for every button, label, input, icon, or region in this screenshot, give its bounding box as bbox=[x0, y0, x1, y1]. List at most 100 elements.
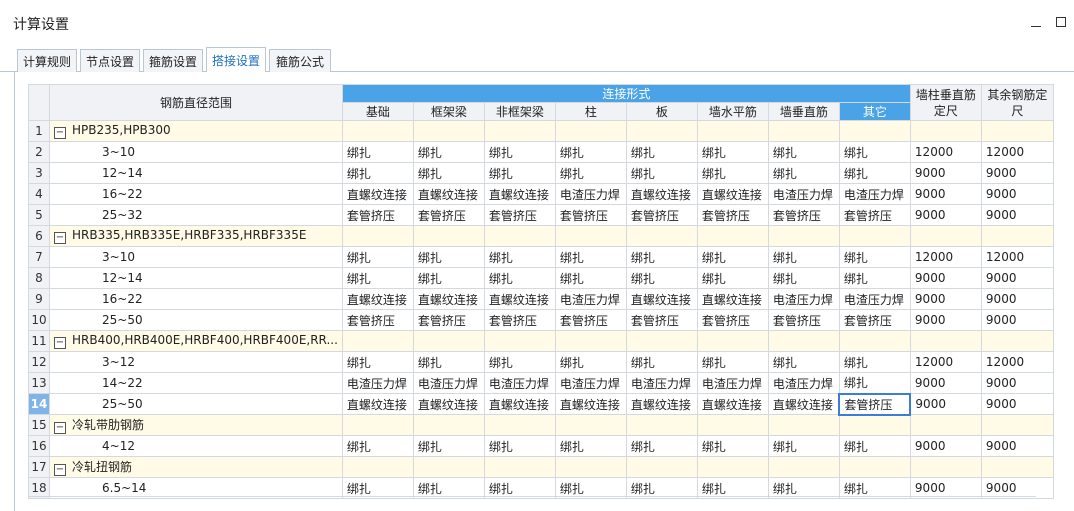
fixed-length-cell[interactable] bbox=[980, 225, 1054, 247]
connection-type-cell[interactable]: 套管挤压 bbox=[838, 309, 911, 331]
connection-type-cell[interactable]: 直螺纹连接 bbox=[341, 393, 414, 415]
connection-type-cell[interactable] bbox=[767, 414, 840, 436]
diameter-range-cell[interactable]: − 冷轧扭钢筋 bbox=[49, 456, 343, 478]
fixed-length-cell[interactable] bbox=[980, 120, 1054, 142]
collapse-icon[interactable]: − bbox=[54, 232, 66, 244]
row-number[interactable]: 4 bbox=[28, 183, 50, 205]
connection-type-cell[interactable]: 绑扎 bbox=[341, 351, 414, 373]
connection-type-cell[interactable]: 绑扎 bbox=[412, 351, 485, 373]
fixed-length-cell[interactable] bbox=[980, 330, 1054, 352]
fixed-length-cell[interactable]: 12000 bbox=[980, 141, 1054, 163]
collapse-icon[interactable]: − bbox=[54, 422, 66, 434]
connection-type-cell[interactable] bbox=[554, 120, 627, 142]
connection-type-cell[interactable]: 电渣压力焊 bbox=[554, 183, 627, 205]
connection-type-cell[interactable] bbox=[483, 225, 556, 247]
row-number[interactable]: 7 bbox=[28, 246, 50, 268]
connection-type-cell[interactable]: 绑扎 bbox=[767, 162, 840, 184]
connection-type-cell[interactable]: 绑扎 bbox=[625, 267, 698, 289]
table-group-row[interactable]: 11− HRB400,HRB400E,HRBF400,HRBF400E,RR... bbox=[28, 330, 1054, 352]
fixed-length-cell[interactable]: 12000 bbox=[980, 246, 1054, 268]
connection-type-cell[interactable]: 直螺纹连接 bbox=[341, 183, 414, 205]
connection-type-cell[interactable]: 直螺纹连接 bbox=[696, 288, 769, 310]
connection-type-cell[interactable] bbox=[341, 456, 414, 478]
fixed-length-cell[interactable]: 9000 bbox=[909, 309, 982, 331]
diameter-range-cell[interactable]: 16~22 bbox=[49, 183, 343, 205]
connection-type-cell[interactable]: 绑扎 bbox=[696, 162, 769, 184]
connection-type-cell[interactable]: 电渣压力焊 bbox=[554, 372, 627, 394]
connection-type-cell[interactable]: 绑扎 bbox=[341, 141, 414, 163]
connection-type-cell[interactable]: 绑扎 bbox=[838, 267, 911, 289]
row-number[interactable]: 17 bbox=[28, 456, 50, 478]
connection-type-cell[interactable]: 绑扎 bbox=[483, 141, 556, 163]
connection-type-cell[interactable]: 直螺纹连接 bbox=[554, 393, 627, 415]
fixed-length-cell[interactable]: 9000 bbox=[909, 183, 982, 205]
connection-type-cell[interactable]: 直螺纹连接 bbox=[696, 183, 769, 205]
maximize-button[interactable] bbox=[1051, 12, 1071, 32]
connection-type-cell[interactable]: 绑扎 bbox=[625, 162, 698, 184]
connection-type-cell[interactable]: 绑扎 bbox=[341, 267, 414, 289]
fixed-length-cell[interactable]: 9000 bbox=[980, 309, 1054, 331]
row-number[interactable]: 11 bbox=[28, 330, 50, 352]
connection-type-cell[interactable] bbox=[412, 414, 485, 436]
connection-type-cell[interactable] bbox=[341, 120, 414, 142]
table-row[interactable]: 9 16~22 直螺纹连接 直螺纹连接 直螺纹连接 电渣压力焊 直螺纹连接 直螺纹连接 电渣压力… bbox=[28, 288, 1054, 310]
connection-type-cell[interactable]: 直螺纹连接 bbox=[696, 393, 769, 415]
connection-type-cell[interactable]: 套管挤压 bbox=[767, 204, 840, 226]
connection-type-cell[interactable]: 绑扎 bbox=[696, 435, 769, 457]
fixed-length-cell[interactable]: 12000 bbox=[980, 351, 1054, 373]
connection-type-cell[interactable]: 电渣压力焊 bbox=[767, 183, 840, 205]
diameter-range-cell[interactable]: 25~50 bbox=[49, 309, 343, 331]
connection-type-cell[interactable]: 绑扎 bbox=[838, 435, 911, 457]
collapse-icon[interactable]: − bbox=[54, 464, 66, 476]
connection-type-cell[interactable]: 套管挤压 bbox=[412, 204, 485, 226]
connection-type-cell[interactable] bbox=[767, 225, 840, 247]
connection-type-cell[interactable]: 绑扎 bbox=[554, 141, 627, 163]
connection-type-cell[interactable]: 套管挤压 bbox=[838, 392, 912, 416]
row-number[interactable]: 8 bbox=[28, 267, 50, 289]
table-row[interactable]: 13 14~22 电渣压力焊 电渣压力焊 电渣压力焊 电渣压力焊 电渣压力焊 电渣压力焊 电渣压… bbox=[28, 372, 1054, 394]
connection-type-cell[interactable]: 套管挤压 bbox=[767, 309, 840, 331]
connection-type-cell[interactable] bbox=[696, 414, 769, 436]
connection-type-cell[interactable]: 电渣压力焊 bbox=[696, 372, 769, 394]
connection-type-cell[interactable] bbox=[554, 456, 627, 478]
connection-type-cell[interactable] bbox=[483, 414, 556, 436]
table-row[interactable]: 14 25~50 直螺纹连接 直螺纹连接 直螺纹连接 直螺纹连接 直螺纹连接 直螺纹连接 直螺纹… bbox=[28, 392, 1054, 416]
connection-type-cell[interactable]: 绑扎 bbox=[767, 351, 840, 373]
connection-type-cell[interactable]: 套管挤压 bbox=[696, 309, 769, 331]
connection-type-cell[interactable]: 绑扎 bbox=[554, 351, 627, 373]
diameter-range-cell[interactable]: 3~10 bbox=[49, 141, 343, 163]
connection-type-cell[interactable]: 直螺纹连接 bbox=[412, 288, 485, 310]
connection-type-cell[interactable]: 绑扎 bbox=[341, 162, 414, 184]
connection-type-cell[interactable] bbox=[767, 120, 840, 142]
fixed-length-cell[interactable]: 12000 bbox=[909, 246, 982, 268]
connection-type-cell[interactable] bbox=[412, 225, 485, 247]
fixed-length-cell[interactable]: 9000 bbox=[980, 267, 1054, 289]
connection-type-cell[interactable]: 绑扎 bbox=[483, 351, 556, 373]
connection-type-cell[interactable]: 绑扎 bbox=[412, 267, 485, 289]
connection-type-cell[interactable]: 绑扎 bbox=[483, 435, 556, 457]
connection-type-cell[interactable]: 套管挤压 bbox=[625, 309, 698, 331]
diameter-range-cell[interactable]: − HRB335,HRB335E,HRBF335,HRBF335E bbox=[49, 225, 343, 247]
table-row[interactable]: 12 3~12 绑扎 绑扎 绑扎 绑扎 绑扎 绑扎 绑扎 绑扎 12000 12000 bbox=[28, 351, 1054, 373]
fixed-length-cell[interactable]: 9000 bbox=[909, 267, 982, 289]
diameter-range-cell[interactable]: 16~22 bbox=[49, 288, 343, 310]
diameter-range-cell[interactable]: 25~32 bbox=[49, 204, 343, 226]
connection-type-cell[interactable]: 套管挤压 bbox=[554, 309, 627, 331]
row-number[interactable]: 14 bbox=[28, 393, 50, 415]
row-number[interactable]: 6 bbox=[28, 225, 50, 247]
connection-type-cell[interactable]: 直螺纹连接 bbox=[483, 183, 556, 205]
row-number[interactable]: 2 bbox=[28, 141, 50, 163]
connection-type-cell[interactable]: 绑扎 bbox=[412, 246, 485, 268]
connection-type-cell[interactable] bbox=[483, 456, 556, 478]
connection-type-cell[interactable]: 套管挤压 bbox=[341, 309, 414, 331]
table-group-row[interactable]: 1− HPB235,HPB300 bbox=[28, 120, 1054, 142]
diameter-range-cell[interactable]: 12~14 bbox=[49, 162, 343, 184]
fixed-length-cell[interactable]: 12000 bbox=[909, 351, 982, 373]
connection-type-cell[interactable]: 绑扎 bbox=[696, 267, 769, 289]
connection-type-cell[interactable]: 直螺纹连接 bbox=[767, 393, 840, 415]
fixed-length-cell[interactable]: 9000 bbox=[909, 435, 982, 457]
table-row[interactable]: 2 3~10 绑扎 绑扎 绑扎 绑扎 绑扎 绑扎 绑扎 绑扎 12000 12000 bbox=[28, 141, 1054, 163]
connection-type-cell[interactable]: 直螺纹连接 bbox=[412, 183, 485, 205]
collapse-icon[interactable]: − bbox=[54, 337, 66, 349]
table-group-row[interactable]: 6− HRB335,HRB335E,HRBF335,HRBF335E bbox=[28, 225, 1054, 247]
